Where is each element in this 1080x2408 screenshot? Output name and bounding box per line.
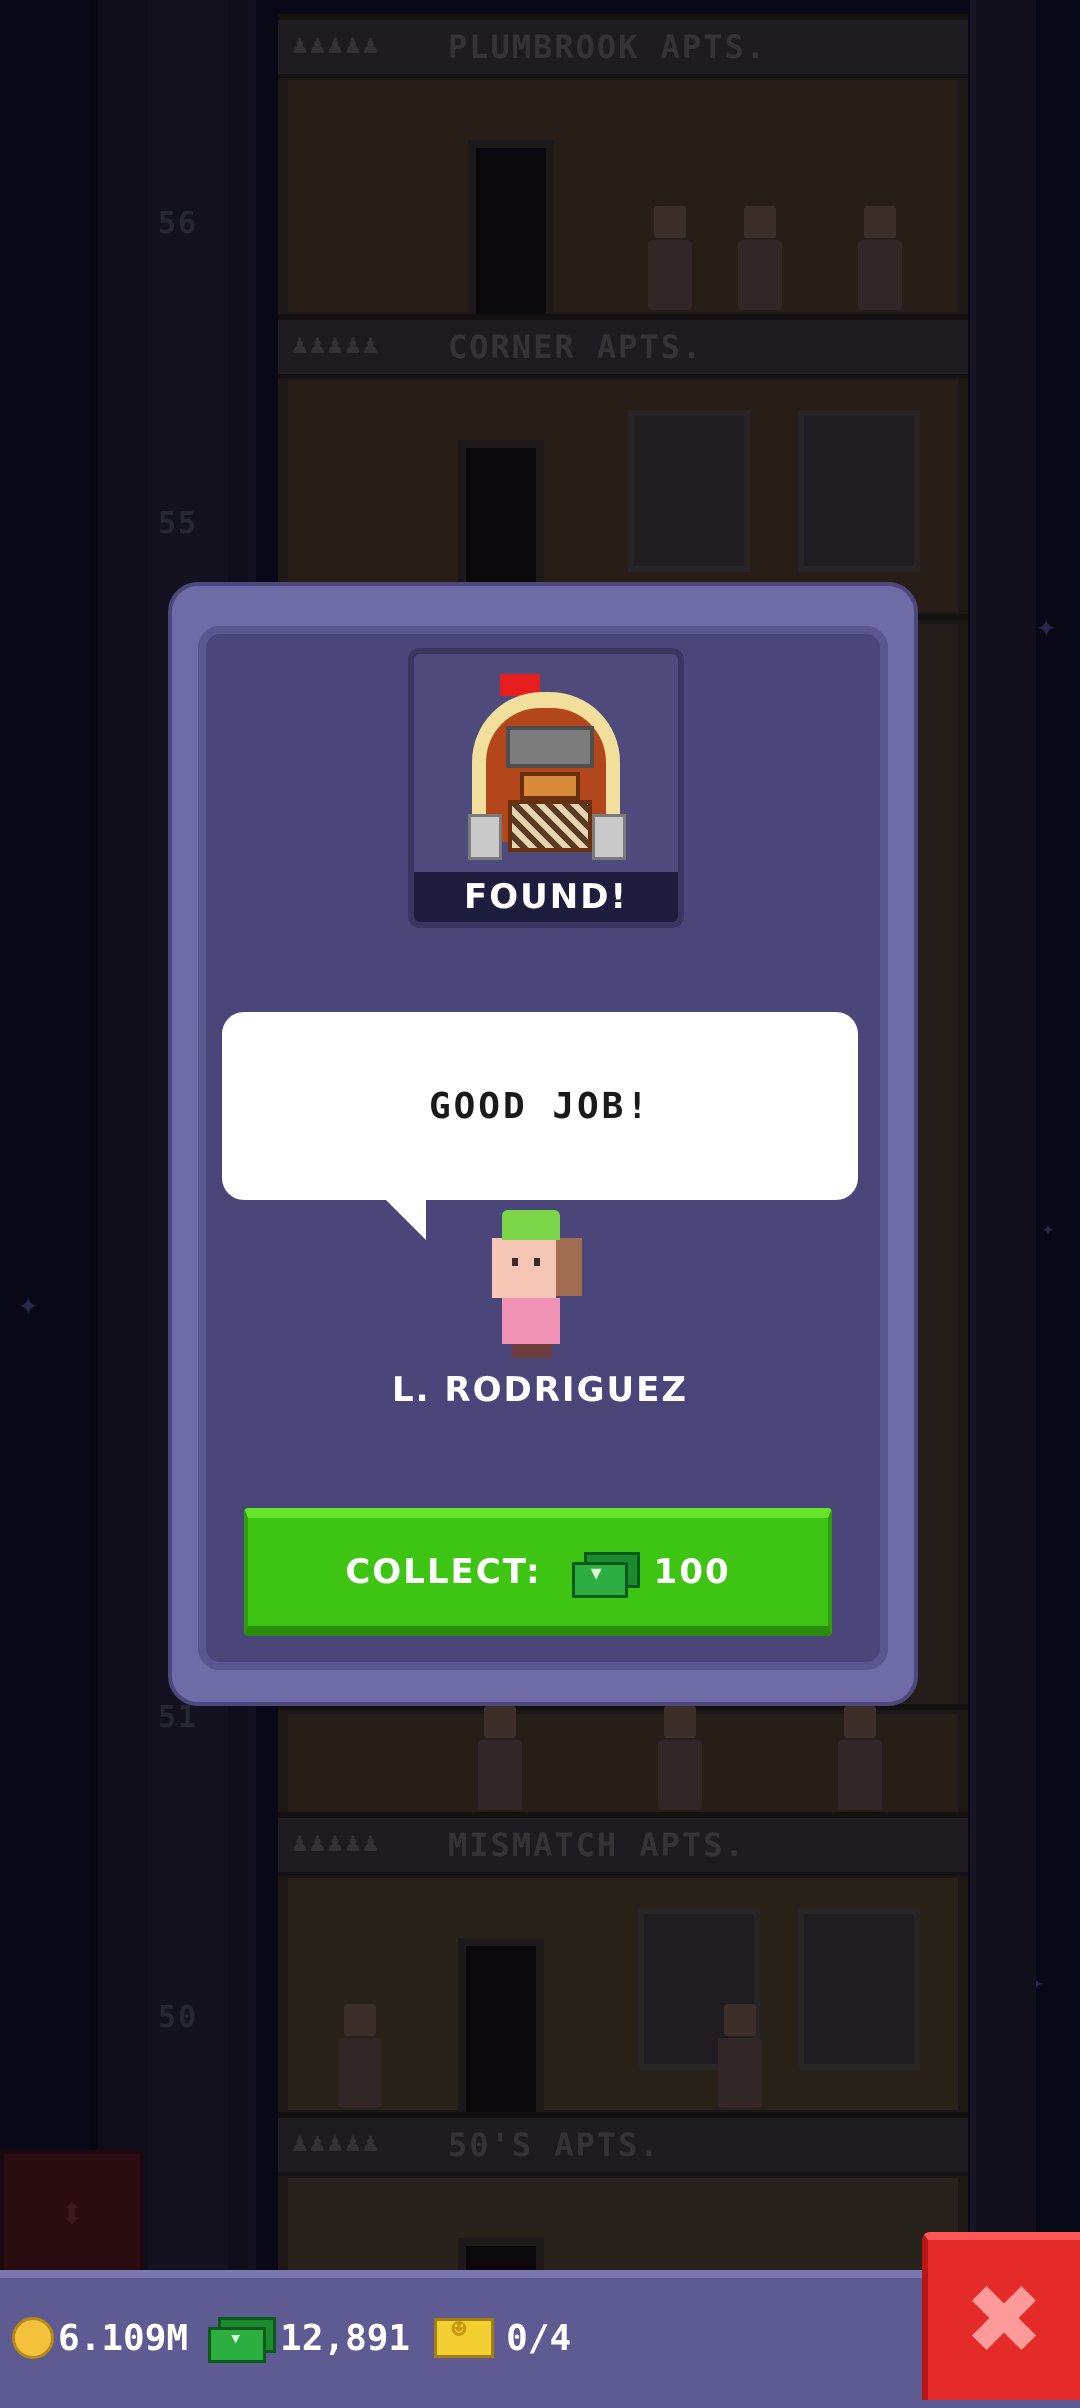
close-button[interactable]: ✖ bbox=[922, 2232, 1080, 2400]
speech-bubble-tail bbox=[382, 1196, 426, 1240]
collect-amount: 100 bbox=[653, 1552, 731, 1592]
jukebox-icon bbox=[462, 674, 630, 860]
found-item-card: FOUND! bbox=[408, 648, 684, 928]
tickets-count[interactable]: 0/4 bbox=[506, 2318, 571, 2359]
currency-bar: 6.109M 12,891 0/4 bbox=[0, 2270, 1080, 2408]
ticket-icon bbox=[434, 2315, 495, 2358]
found-label: FOUND! bbox=[414, 872, 678, 922]
currency-row: 6.109M 12,891 0/4 bbox=[12, 2308, 571, 2368]
collect-label: COLLECT: bbox=[345, 1552, 542, 1592]
character-name: L. RODRIGUEZ bbox=[392, 1370, 688, 1410]
close-icon: ✖ bbox=[963, 2264, 1045, 2376]
speech-bubble: GOOD JOB! bbox=[222, 1012, 858, 1200]
collect-button[interactable]: COLLECT: 100 bbox=[244, 1508, 832, 1636]
bux-icon bbox=[208, 2317, 277, 2363]
bux-icon bbox=[571, 1552, 640, 1598]
bux-count[interactable]: 12,891 bbox=[280, 2318, 410, 2359]
coins-count[interactable]: 6.109M bbox=[58, 2318, 188, 2359]
character-avatar bbox=[490, 1210, 590, 1360]
speech-text: GOOD JOB! bbox=[428, 1085, 652, 1127]
coin-icon bbox=[12, 2317, 54, 2359]
